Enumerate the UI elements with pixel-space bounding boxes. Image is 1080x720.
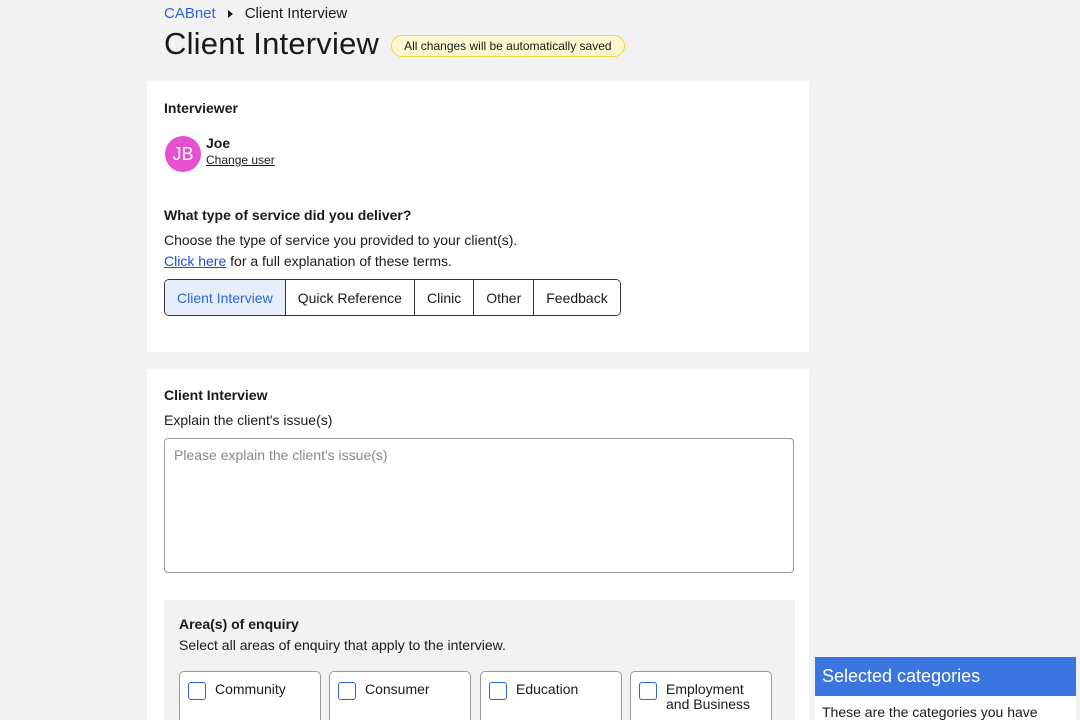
checkbox-icon[interactable] xyxy=(639,682,657,700)
breadcrumb-current: Client Interview xyxy=(244,5,348,22)
enquiry-panel: Area(s) of enquiry Select all areas of e… xyxy=(164,600,795,720)
service-question: What type of service did you deliver? xyxy=(164,207,412,223)
change-user-link[interactable]: Change user xyxy=(206,153,275,167)
service-option-quick-reference[interactable]: Quick Reference xyxy=(285,280,415,315)
click-here-link[interactable]: Click here xyxy=(164,253,226,269)
selected-categories-panel: Selected categories These are the catego… xyxy=(815,657,1076,720)
client-interview-description: Explain the client's issue(s) xyxy=(164,412,333,428)
enquiry-heading: Area(s) of enquiry xyxy=(179,616,299,632)
category-education[interactable]: Education xyxy=(480,671,622,720)
service-type-selector: Client Interview Quick Reference Clinic … xyxy=(164,279,621,316)
category-label: Employment and Business xyxy=(666,681,751,712)
breadcrumb-link-cabnet[interactable]: CABnet xyxy=(164,5,216,22)
service-option-client-interview[interactable]: Client Interview xyxy=(165,280,286,315)
client-interview-heading: Client Interview xyxy=(164,387,268,403)
interviewer-name: Joe xyxy=(206,135,231,151)
interviewer-heading: Interviewer xyxy=(164,100,238,116)
checkbox-icon[interactable] xyxy=(338,682,356,700)
category-consumer[interactable]: Consumer xyxy=(329,671,471,720)
client-interview-card: Client Interview Explain the client's is… xyxy=(147,369,809,720)
category-label: Education xyxy=(516,681,579,697)
category-employment-business[interactable]: Employment and Business xyxy=(630,671,772,720)
category-label: Community xyxy=(215,681,286,697)
chevron-right-icon xyxy=(227,9,233,18)
selected-categories-heading: Selected categories xyxy=(815,657,1076,696)
avatar: JB xyxy=(165,136,201,172)
autosave-badge: All changes will be automatically saved xyxy=(391,34,625,57)
interviewer-service-card: Interviewer JB Joe Change user What type… xyxy=(147,81,809,352)
page-title: Client Interview xyxy=(164,26,380,61)
checkbox-icon[interactable] xyxy=(489,682,507,700)
breadcrumb: CABnet Client Interview xyxy=(164,5,347,22)
service-help-text: Click here for a full explanation of the… xyxy=(164,253,452,269)
selected-categories-body: These are the categories you have xyxy=(822,704,1038,720)
enquiry-description: Select all areas of enquiry that apply t… xyxy=(179,637,506,653)
service-option-other[interactable]: Other xyxy=(474,280,535,315)
service-option-clinic[interactable]: Clinic xyxy=(414,280,475,315)
checkbox-icon[interactable] xyxy=(188,682,206,700)
category-community[interactable]: Community xyxy=(179,671,321,720)
service-option-feedback[interactable]: Feedback xyxy=(534,280,620,315)
title-row: Client Interview All changes will be aut… xyxy=(164,26,625,62)
client-issue-input[interactable] xyxy=(164,438,794,573)
category-label: Consumer xyxy=(365,681,430,697)
service-help-suffix: for a full explanation of these terms. xyxy=(230,253,452,269)
service-description: Choose the type of service you provided … xyxy=(164,232,518,248)
